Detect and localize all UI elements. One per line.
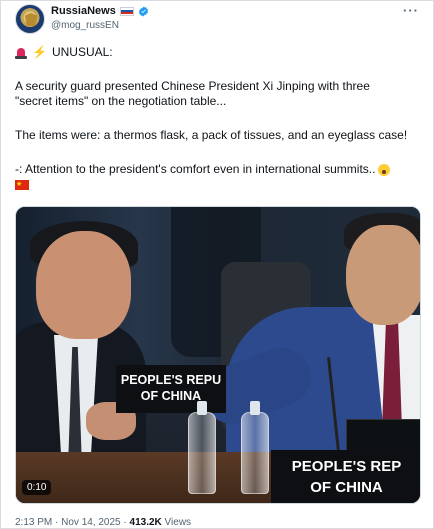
lightning-icon: ⚡ [32, 45, 47, 59]
sign-left-line-2: OF CHINA [140, 389, 202, 403]
author-handle[interactable]: @mog_russEN [51, 20, 119, 31]
view-count: 413.2K [129, 517, 162, 528]
tweet-line-4: The items were: a thermos flask, a pack … [15, 128, 408, 142]
author-avatar[interactable] [15, 4, 45, 34]
crest-icon [25, 13, 37, 26]
author-name[interactable]: RussiaNews [51, 5, 116, 17]
tweet-text-attention: -: Attention to the president's comfort … [15, 162, 376, 176]
tweet-line-2: A security guard presented Chinese Presi… [15, 79, 370, 93]
tweet-line-5: -: Attention to the president's comfort … [15, 162, 421, 177]
tweet-timestamp[interactable]: 2:13 PM · Nov 14, 2025 · [15, 517, 130, 528]
video-duration: 0:10 [22, 480, 52, 495]
tweet-meta: 2:13 PM · Nov 14, 2025 · 413.2K Views [15, 517, 191, 528]
views-label: Views [161, 517, 192, 528]
video-player[interactable]: PEOPLE'S REPU OF CHINA PEOPLE'S REP OF C… [15, 206, 421, 504]
china-flag-icon [15, 177, 29, 192]
verified-badge-icon [138, 5, 149, 17]
sign-right-line-2: OF CHINA [310, 479, 383, 496]
author-name-row: RussiaNews [51, 5, 149, 17]
tweet-line-6 [15, 177, 421, 194]
sign-right-line-1: PEOPLE'S REP [291, 458, 402, 475]
astonished-face-icon [378, 163, 391, 176]
water-bottle [241, 401, 269, 494]
person-right-head [346, 225, 420, 325]
siren-icon [15, 47, 27, 59]
russia-flag-icon [119, 6, 134, 16]
tweet-line-1: ⚡ UNUSUAL: [15, 45, 421, 60]
person-left-head [36, 231, 131, 339]
sign-left-line-1: PEOPLE'S REPU [120, 373, 222, 387]
desk-screen [346, 419, 420, 453]
tweet-card: RussiaNews @mog_russEN ··· ⚡ UNUSUAL: A … [0, 0, 434, 529]
water-bottle [188, 401, 216, 494]
tweet-text-unusual: UNUSUAL: [51, 45, 113, 59]
name-sign-left: PEOPLE'S REPU OF CHINA [116, 365, 226, 413]
tweet-line-3: "secret items" on the negotiation table.… [15, 94, 227, 108]
more-options-icon[interactable]: ··· [403, 3, 419, 18]
name-sign-right: PEOPLE'S REP OF CHINA [271, 450, 420, 503]
